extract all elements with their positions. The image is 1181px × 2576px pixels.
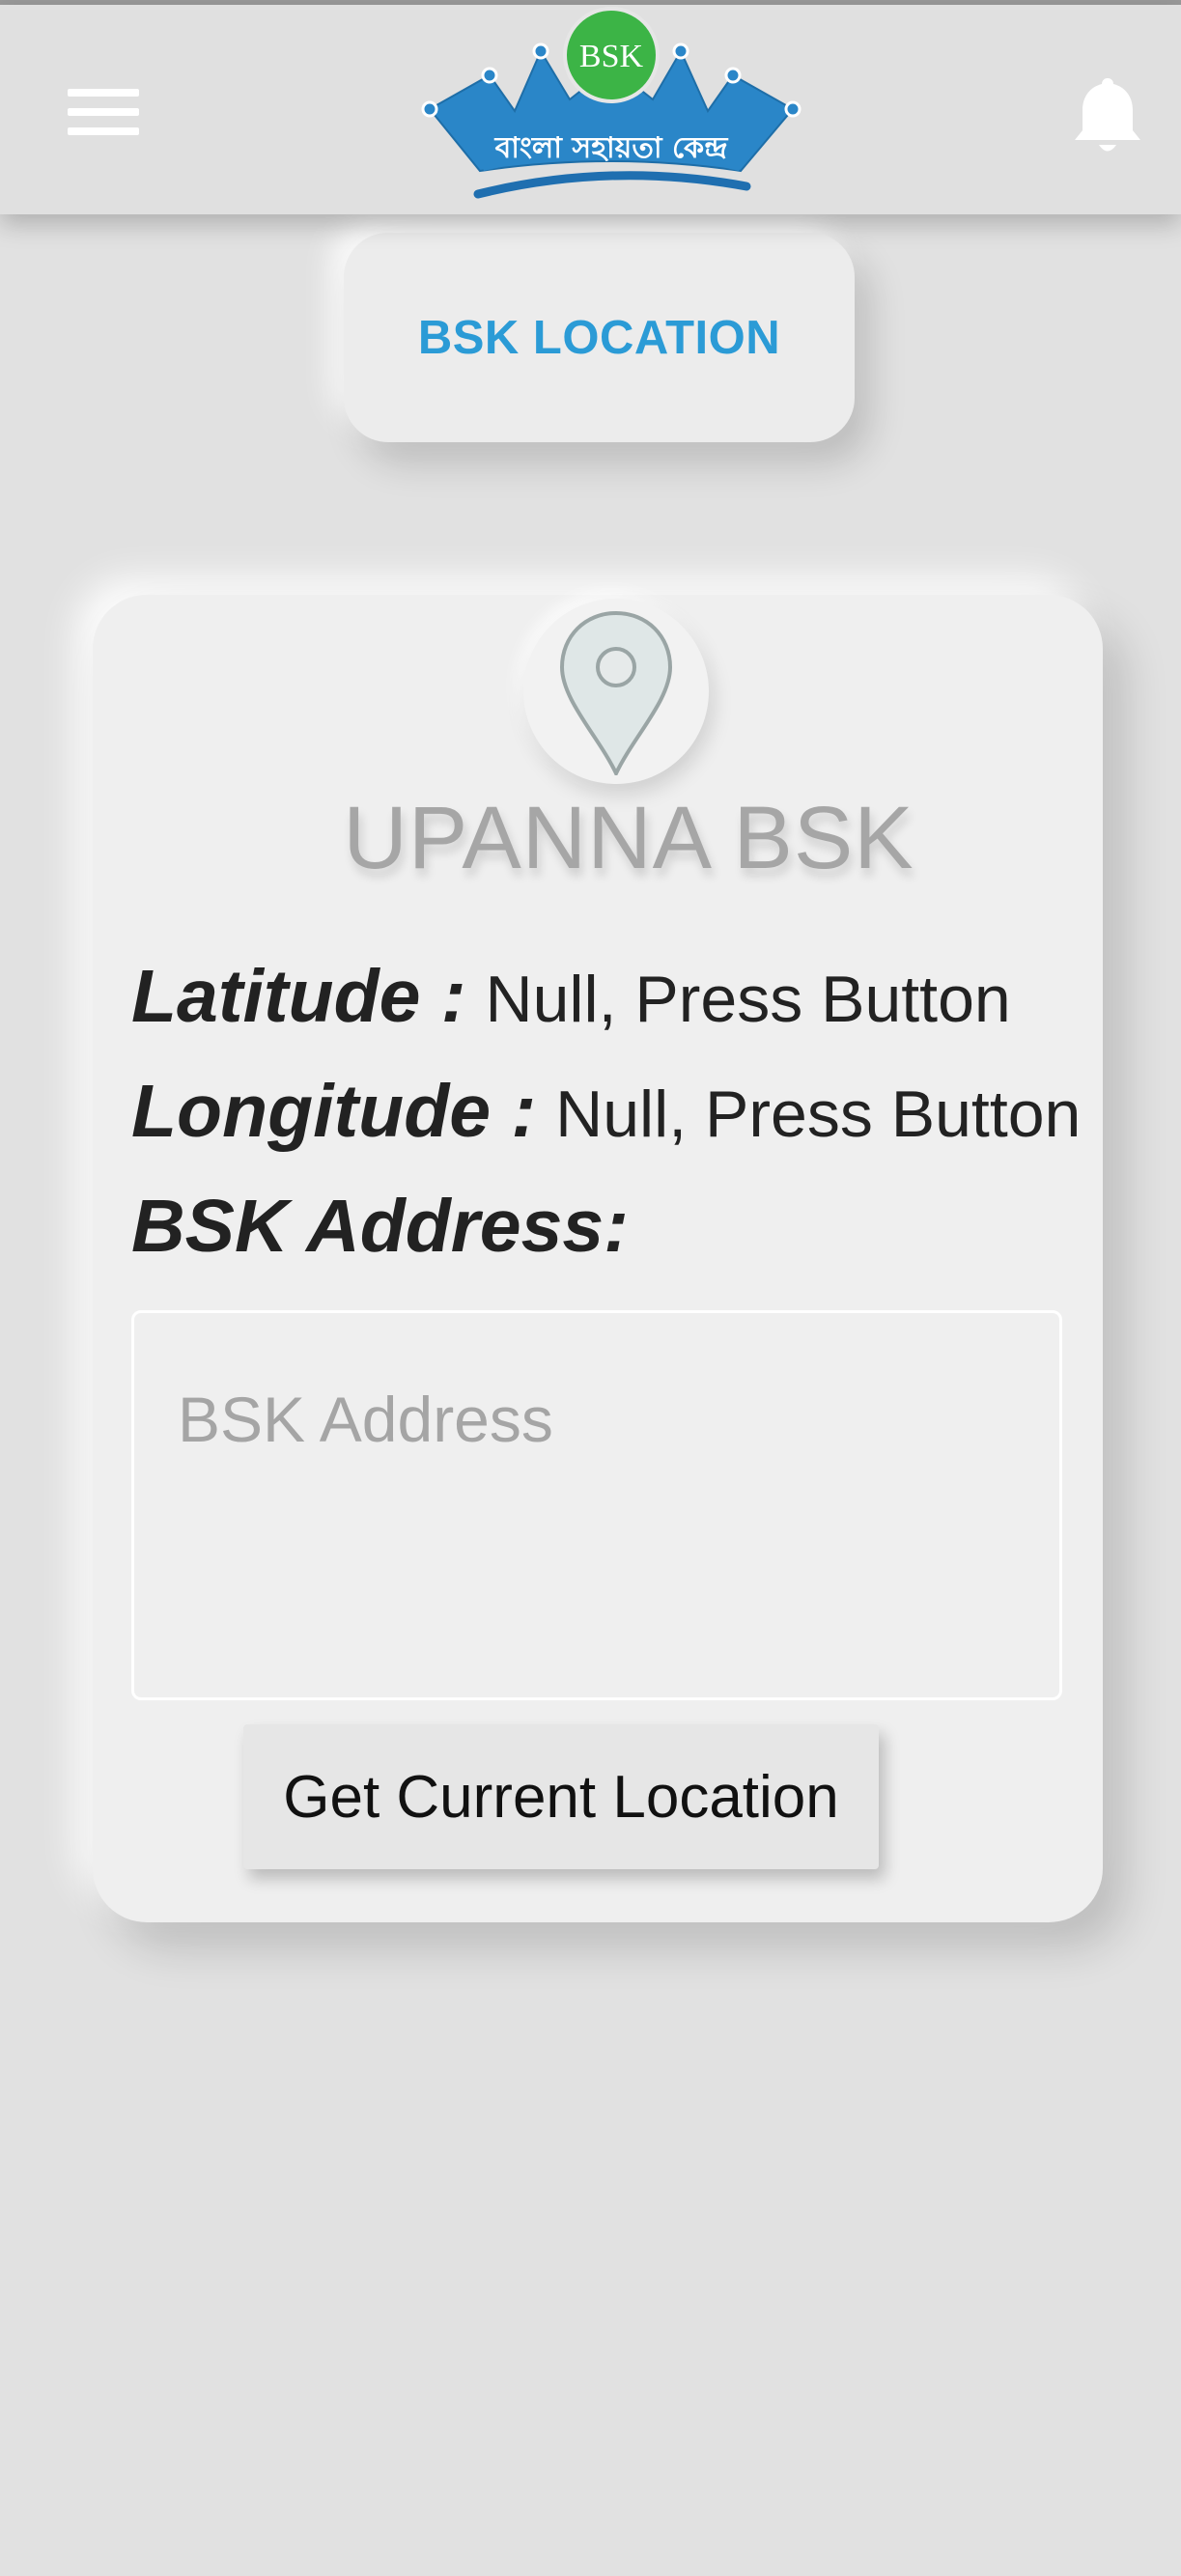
menu-bar [68, 127, 139, 135]
bell-icon[interactable] [1072, 74, 1143, 157]
address-input[interactable] [131, 1310, 1062, 1700]
address-label: BSK Address: [131, 1185, 629, 1268]
get-current-location-button[interactable]: Get Current Location [243, 1724, 879, 1869]
menu-bar [68, 108, 139, 116]
bsk-name: UPANNA BSK [343, 789, 914, 887]
app-header: বাংলা সহায়তা কেন্দ্র BSK [0, 5, 1181, 214]
page-title-card: BSK LOCATION [344, 233, 855, 442]
latitude-label: Latitude : [131, 955, 466, 1038]
page-title: BSK LOCATION [417, 311, 781, 364]
latitude-value: Null, Press Button [485, 963, 1011, 1036]
location-card: UPANNA BSK Latitude : Null, Press Button … [93, 595, 1103, 1922]
pin-badge [523, 599, 709, 784]
longitude-label: Longitude : [131, 1070, 537, 1153]
menu-bar [68, 89, 139, 97]
logo-badge-text: BSK [579, 39, 644, 74]
bsk-logo: বাংলা সহায়তা কেন্দ্র BSK [421, 7, 801, 199]
hamburger-menu-icon[interactable] [68, 87, 141, 137]
logo-bengali-text: বাংলা সহায়তা কেন্দ্র [494, 131, 730, 165]
map-pin-icon [559, 611, 673, 775]
app-screen: বাংলা সহায়তা কেন্দ্র BSK BSK LOCATION U… [0, 0, 1181, 2576]
latitude-row: Latitude : Null, Press Button [131, 954, 1011, 1040]
longitude-value: Null, Press Button [555, 1078, 1082, 1151]
longitude-row: Longitude : Null, Press Button [131, 1069, 1081, 1155]
